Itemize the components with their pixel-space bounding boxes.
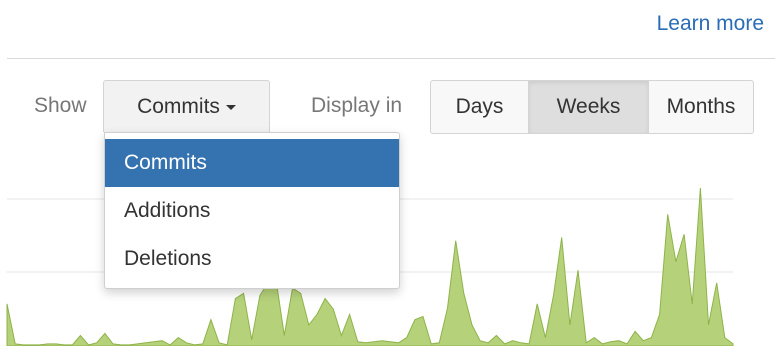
- menu-item-commits[interactable]: Commits: [105, 139, 399, 187]
- metric-dropdown-menu: Commits Additions Deletions: [104, 132, 400, 289]
- weeks-button[interactable]: Weeks: [528, 80, 649, 134]
- display-in-label: Display in: [311, 94, 403, 117]
- months-button[interactable]: Months: [648, 80, 754, 134]
- metric-dropdown-value: Commits: [137, 94, 220, 118]
- caret-down-icon: [225, 105, 236, 110]
- show-label: Show: [34, 94, 87, 117]
- days-button[interactable]: Days: [430, 80, 529, 134]
- menu-item-deletions[interactable]: Deletions: [105, 235, 399, 283]
- metric-dropdown-button[interactable]: Commits: [103, 80, 270, 132]
- period-button-group: Days Weeks Months: [430, 80, 754, 134]
- contributors-graph-page: Learn more Show Commits Display in Days …: [0, 0, 775, 346]
- header-divider: [7, 58, 775, 59]
- learn-more-link[interactable]: Learn more: [657, 12, 764, 36]
- menu-item-additions[interactable]: Additions: [105, 187, 399, 235]
